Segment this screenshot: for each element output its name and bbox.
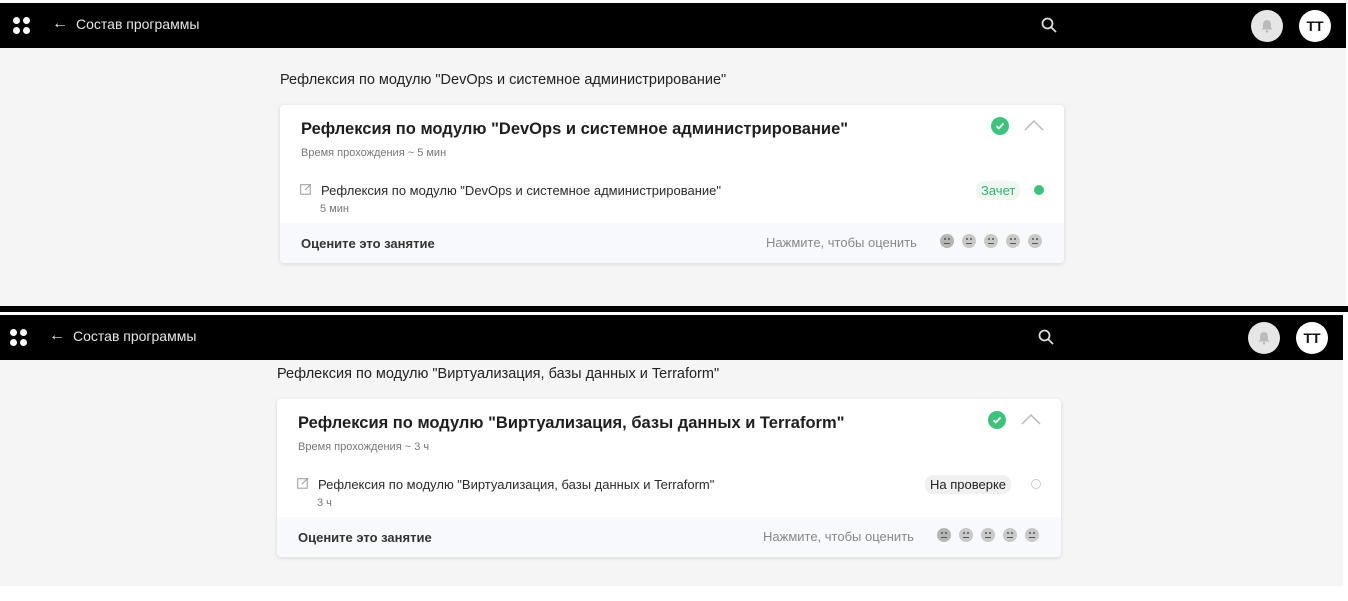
rating-row: Оцените это занятие Нажмите, чтобы оцени…	[277, 517, 1061, 557]
emoji-neutral-icon[interactable]	[984, 234, 998, 248]
app-logo-icon[interactable]	[13, 17, 31, 35]
app-logo-icon[interactable]	[10, 329, 28, 347]
lesson-duration: Время прохождения ~ 5 мин	[301, 147, 447, 159]
task-link[interactable]: Рефлексия по модулю "DevOps и системное …	[321, 183, 721, 198]
bell-icon	[1261, 20, 1273, 33]
emoji-angry-icon[interactable]	[940, 234, 954, 248]
lesson-title: Рефлексия по модулю "DevOps и системное …	[301, 120, 849, 138]
emoji-sad-icon[interactable]	[962, 234, 976, 248]
check-circle-icon	[991, 117, 1009, 135]
search-icon[interactable]	[1038, 329, 1054, 345]
panel-virtualization: ← Состав программы ТТ Рефлексия по модул…	[0, 315, 1343, 586]
status-badge: На проверке	[925, 475, 1012, 494]
edit-icon	[300, 183, 312, 195]
top-navbar: ← Состав программы ТТ	[0, 3, 1346, 48]
chevron-up-icon[interactable]	[1024, 119, 1044, 131]
panel-separator	[0, 306, 1348, 312]
rating-row: Оцените это занятие Нажмите, чтобы оцени…	[280, 223, 1064, 263]
lesson-card: Рефлексия по модулю "Виртуализация, базы…	[277, 399, 1061, 557]
page-breadcrumb: Рефлексия по модулю "DevOps и системное …	[280, 72, 727, 88]
rating-emojis	[937, 528, 1039, 542]
lesson-card: Рефлексия по модулю "DevOps и системное …	[280, 105, 1064, 263]
lesson-title: Рефлексия по модулю "Виртуализация, базы…	[298, 414, 845, 432]
rating-hint: Нажмите, чтобы оценить	[763, 529, 914, 544]
rating-hint: Нажмите, чтобы оценить	[766, 235, 917, 250]
notifications-button[interactable]	[1248, 322, 1280, 354]
task-duration: 3 ч	[317, 497, 332, 509]
panel-devops: ← Состав программы ТТ Рефлексия по модул…	[0, 3, 1346, 306]
emoji-angry-icon[interactable]	[937, 528, 951, 542]
lesson-duration: Время прохождения ~ 3 ч	[298, 441, 430, 453]
arrow-left-icon: ←	[52, 15, 68, 32]
search-icon[interactable]	[1041, 17, 1057, 33]
emoji-neutral-icon[interactable]	[981, 528, 995, 542]
back-label: Состав программы	[76, 16, 200, 32]
status-badge: Зачет	[976, 181, 1021, 200]
emoji-happy-icon[interactable]	[1025, 528, 1039, 542]
task-duration: 5 мин	[320, 203, 349, 215]
chevron-up-icon[interactable]	[1021, 413, 1041, 425]
edit-icon	[297, 477, 309, 489]
status-dot-icon	[1034, 185, 1044, 195]
rating-label: Оцените это занятие	[298, 530, 432, 545]
task-link[interactable]: Рефлексия по модулю "Виртуализация, базы…	[318, 477, 714, 492]
check-circle-icon	[988, 411, 1006, 429]
emoji-smile-icon[interactable]	[1006, 234, 1020, 248]
bell-icon	[1258, 332, 1270, 345]
top-navbar: ← Состав программы ТТ	[0, 315, 1343, 360]
user-avatar[interactable]: ТТ	[1296, 322, 1328, 354]
back-label: Состав программы	[73, 328, 197, 344]
back-link[interactable]: ← Состав программы	[52, 15, 200, 33]
status-dot-icon	[1031, 479, 1041, 489]
rating-emojis	[940, 234, 1042, 248]
user-avatar[interactable]: ТТ	[1299, 10, 1331, 42]
notifications-button[interactable]	[1251, 10, 1283, 42]
rating-label: Оцените это занятие	[301, 236, 435, 251]
emoji-sad-icon[interactable]	[959, 528, 973, 542]
arrow-left-icon: ←	[49, 327, 65, 344]
emoji-happy-icon[interactable]	[1028, 234, 1042, 248]
page-breadcrumb: Рефлексия по модулю "Виртуализация, базы…	[277, 366, 720, 382]
emoji-smile-icon[interactable]	[1003, 528, 1017, 542]
back-link[interactable]: ← Состав программы	[49, 327, 197, 345]
